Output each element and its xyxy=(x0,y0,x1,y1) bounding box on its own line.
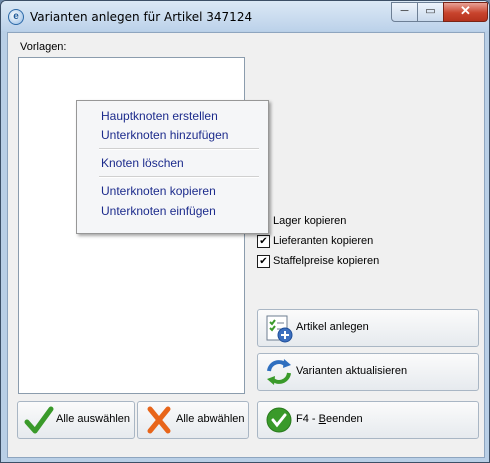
menu-separator xyxy=(99,176,259,178)
minimize-button[interactable]: ─ xyxy=(391,2,418,22)
alle-auswaehlen-label: Alle auswählen xyxy=(56,413,130,425)
varianten-aktualisieren-button[interactable]: Varianten aktualisieren xyxy=(257,353,479,391)
beenden-label: F4 - Beenden xyxy=(296,413,363,425)
lager-label: Lager kopieren xyxy=(273,215,347,227)
alle-auswaehlen-button[interactable]: Alle auswählen xyxy=(17,401,135,439)
close-button[interactable]: ✕ xyxy=(443,2,488,22)
cross-icon xyxy=(147,406,171,434)
dialog-window: e Varianten anlegen für Artikel 347124 ─… xyxy=(0,0,490,463)
varianten-aktualisieren-label: Varianten aktualisieren xyxy=(296,365,408,377)
app-icon: e xyxy=(8,9,24,25)
maximize-button[interactable]: ▭ xyxy=(417,2,444,22)
beenden-rest: eenden xyxy=(325,413,363,425)
window-title: Varianten anlegen für Artikel 347124 xyxy=(30,10,253,24)
menu-item-unterknoten-einfuegen[interactable]: Unterknoten einfügen xyxy=(101,204,216,218)
beenden-prefix: F4 - xyxy=(296,413,319,425)
artikel-anlegen-button[interactable]: Artikel anlegen xyxy=(257,309,479,347)
alle-abwaehlen-button[interactable]: Alle abwählen xyxy=(137,401,249,439)
checkmark-icon xyxy=(24,406,54,434)
beenden-button[interactable]: F4 - Beenden xyxy=(257,401,479,439)
menu-item-knoten-loeschen[interactable]: Knoten löschen xyxy=(101,156,184,170)
menu-item-unterknoten-hinzufuegen[interactable]: Unterknoten hinzufügen xyxy=(101,128,228,142)
tree-context-menu: Hauptknoten erstellen Unterknoten hinzuf… xyxy=(76,100,269,234)
refresh-icon xyxy=(267,359,291,385)
menu-separator xyxy=(99,148,259,150)
lieferanten-checkbox[interactable]: ✔ xyxy=(257,235,270,248)
beenden-mnemonic: B xyxy=(318,413,326,425)
artikel-anlegen-label: Artikel anlegen xyxy=(296,321,369,333)
menu-item-unterknoten-kopieren[interactable]: Unterknoten kopieren xyxy=(101,184,216,198)
ok-icon xyxy=(266,407,292,433)
alle-abwaehlen-label: Alle abwählen xyxy=(176,413,245,425)
dialog-content: Vorlagen: Lager kopieren ✔ Lieferanten k… xyxy=(7,32,485,458)
article-new-icon xyxy=(266,315,293,343)
staffelpreise-label: Staffelpreise kopieren xyxy=(273,255,380,267)
staffelpreise-checkbox[interactable]: ✔ xyxy=(257,255,270,268)
title-bar[interactable]: e Varianten anlegen für Artikel 347124 ─… xyxy=(1,1,489,31)
lieferanten-label: Lieferanten kopieren xyxy=(273,235,374,247)
menu-item-hauptknoten-erstellen[interactable]: Hauptknoten erstellen xyxy=(101,109,218,123)
vorlagen-label: Vorlagen: xyxy=(20,41,67,53)
